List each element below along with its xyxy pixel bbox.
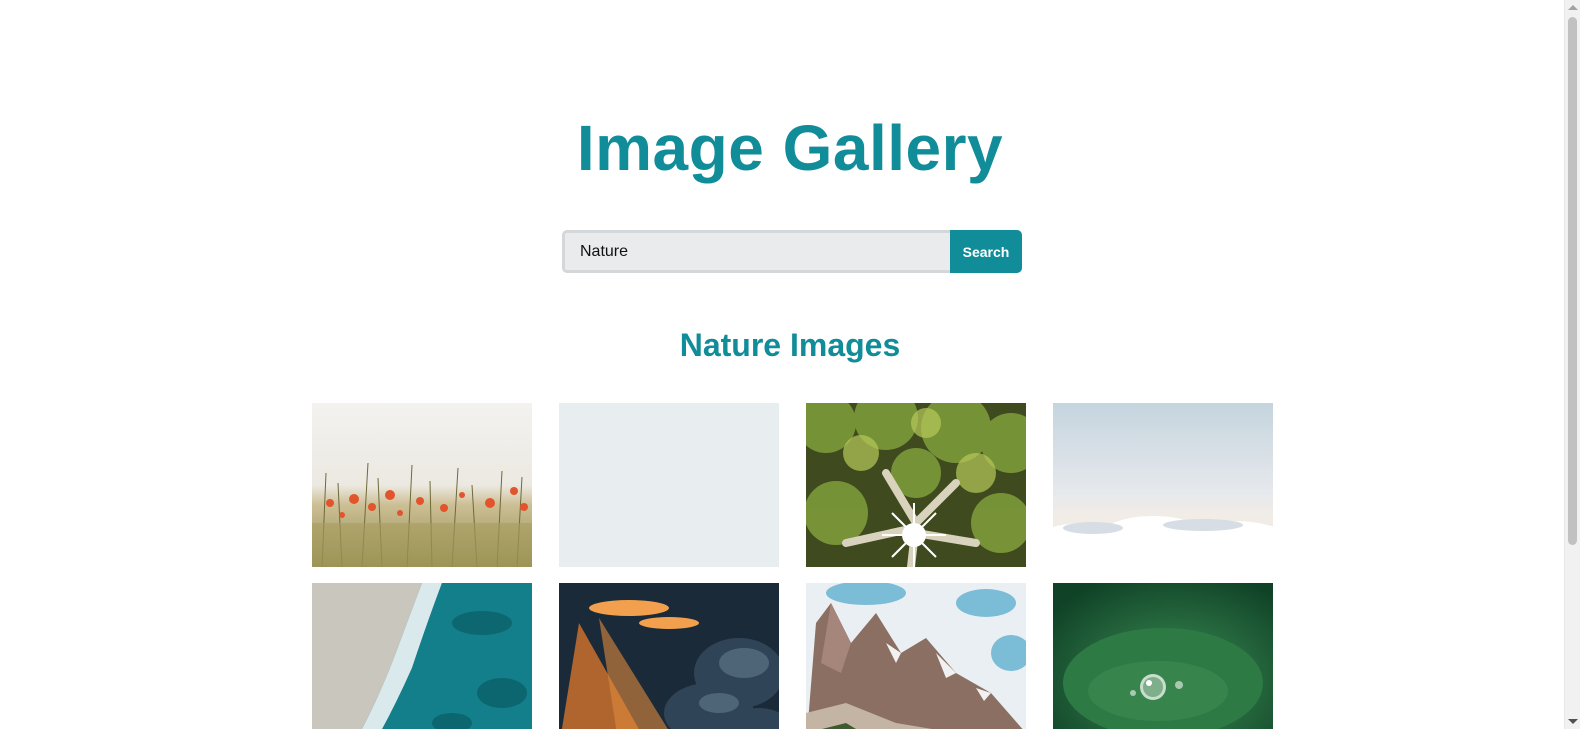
scroll-down-arrow-icon[interactable] — [1568, 719, 1578, 724]
image-gallery — [312, 403, 1273, 729]
gallery-image-rocky-mountain[interactable] — [806, 583, 1026, 729]
page: Image Gallery Search Nature Images — [0, 0, 1580, 729]
gallery-image-sea-of-clouds[interactable] — [1053, 403, 1273, 567]
vertical-scrollbar[interactable] — [1564, 0, 1580, 729]
scrollbar-thumb[interactable] — [1568, 17, 1577, 545]
gallery-image-water-drop-leaf[interactable] — [1053, 583, 1273, 729]
scroll-up-arrow-icon[interactable] — [1568, 5, 1578, 10]
search-button[interactable]: Search — [950, 230, 1022, 273]
search-input[interactable] — [562, 230, 950, 273]
search-form: Search — [562, 230, 1022, 273]
gallery-image-pale-sky[interactable] — [559, 403, 779, 567]
section-heading: Nature Images — [679, 327, 901, 363]
page-title: Image Gallery — [576, 112, 1004, 184]
gallery-image-poppy-field[interactable] — [312, 403, 532, 567]
gallery-image-sunbeams-clouds[interactable] — [559, 583, 779, 729]
gallery-image-aerial-beach[interactable] — [312, 583, 532, 729]
gallery-image-tree-canopy[interactable] — [806, 403, 1026, 567]
